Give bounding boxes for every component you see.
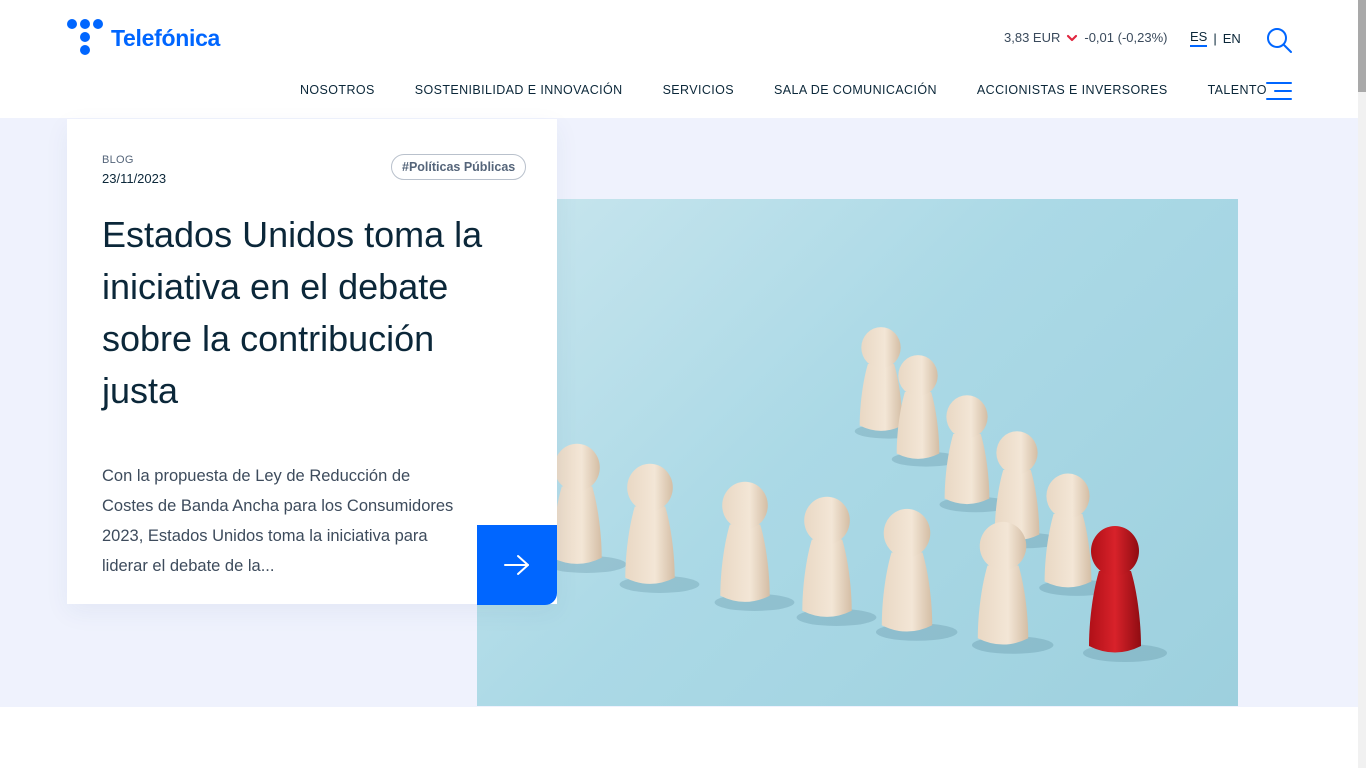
article-card: BLOG 23/11/2023 #Políticas Públicas Esta…: [67, 119, 557, 605]
stock-price: 3,83 EUR: [1004, 30, 1061, 45]
site-header: Telefónica 3,83 EUR -0,01 (-0,23%) ES | …: [0, 0, 1358, 118]
wooden-figures-illustration: [477, 327, 1167, 662]
hero-image[interactable]: [477, 199, 1238, 706]
language-switcher: ES | EN: [1190, 29, 1241, 47]
article-date: 23/11/2023: [102, 171, 167, 186]
stock-change: -0,01 (-0,23%): [1084, 30, 1168, 45]
telefonica-logo[interactable]: Telefónica: [67, 19, 220, 57]
article-tag[interactable]: #Políticas Públicas: [391, 154, 527, 180]
stock-ticker: 3,83 EUR -0,01 (-0,23%): [1004, 30, 1167, 45]
lang-separator: |: [1213, 30, 1217, 46]
page: Telefónica 3,83 EUR -0,01 (-0,23%) ES | …: [0, 0, 1366, 768]
lang-es[interactable]: ES: [1190, 29, 1208, 47]
article-excerpt: Con la propuesta de Ley de Reducción de …: [102, 467, 454, 575]
logo-dots-icon: [67, 19, 105, 57]
nav-item-servicios[interactable]: SERVICIOS: [663, 83, 734, 97]
nav-item-accionistas[interactable]: ACCIONISTAS E INVERSORES: [977, 83, 1168, 97]
search-icon[interactable]: [1265, 26, 1293, 54]
lang-en[interactable]: EN: [1223, 31, 1241, 46]
scrollbar-thumb[interactable]: [1358, 0, 1366, 92]
article-title[interactable]: Estados Unidos toma la iniciativa en el …: [102, 209, 512, 417]
logo-text: Telefónica: [111, 24, 221, 51]
nav-item-sala-comunicacion[interactable]: SALA DE COMUNICACIÓN: [774, 83, 937, 97]
nav-item-talento[interactable]: TALENTO: [1208, 83, 1267, 97]
menu-icon[interactable]: [1266, 81, 1292, 101]
chevron-down-icon: [1067, 34, 1078, 41]
nav-item-sostenibilidad[interactable]: SOSTENIBILIDAD E INNOVACIÓN: [415, 83, 623, 97]
read-more-button[interactable]: [477, 525, 557, 605]
main-nav: NOSOTROS SOSTENIBILIDAD E INNOVACIÓN SER…: [300, 83, 1267, 97]
nav-item-nosotros[interactable]: NOSOTROS: [300, 83, 375, 97]
article-category: BLOG: [102, 154, 134, 166]
page-scrollbar[interactable]: [1358, 0, 1366, 768]
arrow-right-icon: [504, 555, 529, 575]
